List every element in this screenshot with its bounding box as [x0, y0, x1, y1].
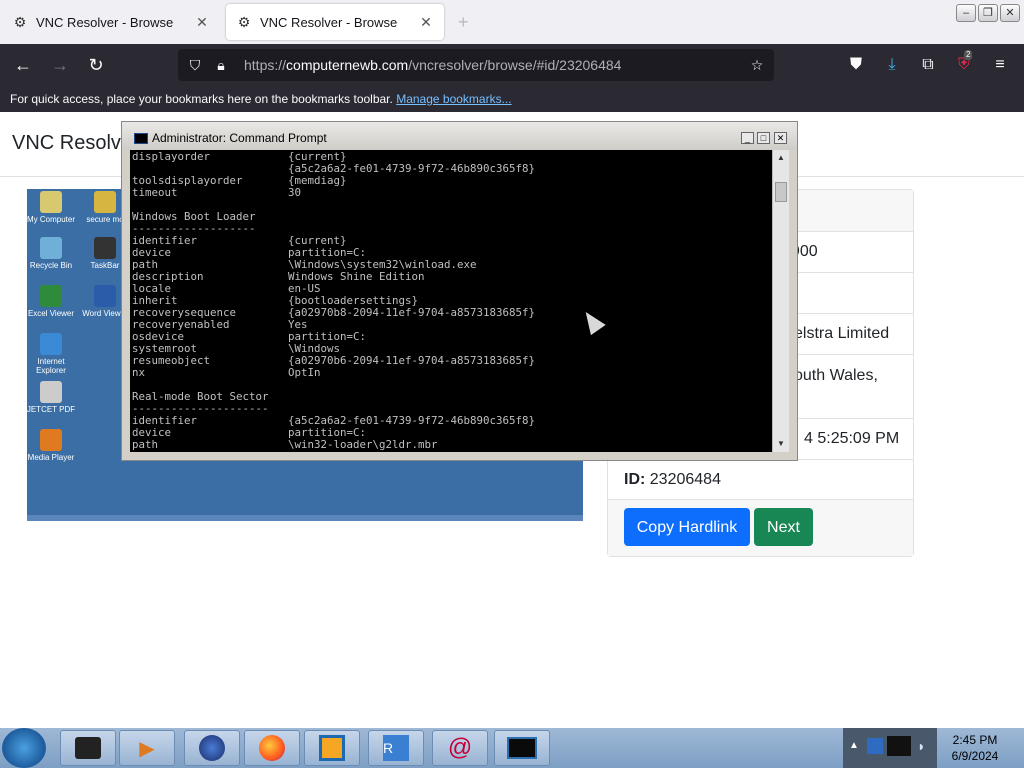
system-tray: ▲ ◗	[843, 728, 937, 768]
taskbar-globe-icon[interactable]	[184, 730, 240, 766]
close-tab-icon[interactable]: ✕	[418, 14, 434, 31]
cmd-close-icon[interactable]: ✕	[774, 132, 787, 144]
forward-arrow-icon[interactable]: →	[49, 54, 71, 76]
clock-date: 6/9/2024	[951, 749, 999, 763]
clock-time: 2:45 PM	[952, 733, 998, 747]
browser-tab-bar: ⚙ VNC Resolver - Browse ✕ ⚙ VNC Resolver…	[0, 0, 1024, 44]
desktop-icon-my-computer: My Computer	[23, 191, 79, 224]
restore-window-icon[interactable]: ❐	[978, 4, 998, 22]
id-row: ID: 23206484	[608, 460, 913, 500]
new-tab-icon[interactable]: +	[458, 12, 469, 33]
desktop-icon-media-player: Media Player	[23, 429, 79, 462]
card-footer: Copy Hardlink Next	[608, 500, 913, 556]
bookmarks-toolbar: For quick access, place your bookmarks h…	[0, 86, 1024, 112]
close-tab-icon[interactable]: ✕	[194, 14, 210, 31]
tray-display-icon[interactable]	[887, 736, 911, 756]
command-prompt-window: Administrator: Command Prompt _ □ ✕ disp…	[121, 121, 798, 461]
copy-hardlink-button[interactable]: Copy Hardlink	[624, 508, 750, 546]
page-title: VNC Resolve	[12, 132, 133, 154]
excel-icon	[40, 285, 62, 307]
cmd-title: Administrator: Command Prompt	[152, 131, 327, 145]
tab-label: VNC Resolver - Browse	[260, 14, 398, 30]
taskbar-debian-icon[interactable]: @	[432, 730, 488, 766]
taskbar-remote-desktop-icon[interactable]: R	[368, 730, 424, 766]
cmd-console[interactable]: displayorder {current} {a5c2a6a2-fe01-47…	[130, 150, 772, 452]
tab-label: VNC Resolver - Browse	[36, 14, 174, 30]
desktop-icon-recycle-bin: Recycle Bin	[23, 237, 79, 270]
id-value: 23206484	[649, 471, 721, 488]
address-bar[interactable]: ⛉ 🔒︎ https://computernewb.com/vncresolve…	[178, 49, 774, 81]
cmd-scrollbar[interactable]: ▲ ▼	[772, 150, 789, 452]
taskbar-virtualbox-icon[interactable]	[304, 730, 360, 766]
desktop-icon-jetcet-pdf: JETCET PDF	[23, 381, 79, 414]
cmd-output: displayorder {current} {a5c2a6a2-fe01-47…	[132, 150, 536, 451]
pocket-icon[interactable]: ⛊	[846, 56, 866, 74]
scroll-down-icon[interactable]: ▼	[773, 436, 789, 452]
extensions-icon[interactable]: ⧉	[918, 56, 938, 74]
taskbar-firefox-icon[interactable]	[244, 730, 300, 766]
scroll-thumb[interactable]	[775, 182, 787, 202]
windows-logo-icon	[94, 237, 116, 259]
extension-badge: 2	[964, 50, 973, 60]
scroll-up-icon[interactable]: ▲	[773, 150, 789, 166]
cmd-maximize-icon[interactable]: □	[757, 132, 770, 144]
next-button[interactable]: Next	[754, 508, 813, 546]
cmd-title-bar[interactable]: Administrator: Command Prompt _ □ ✕	[122, 122, 797, 150]
desktop-icon-excel-viewer: Excel Viewer	[23, 285, 79, 318]
browser-tab[interactable]: ⚙ VNC Resolver - Browse ✕	[2, 4, 220, 40]
tray-network-icon[interactable]	[867, 738, 883, 754]
start-button-windows-logo-icon[interactable]	[2, 728, 46, 768]
taskbar-terminal-box-icon[interactable]	[60, 730, 116, 766]
lock-icon[interactable]: 🔒︎	[212, 57, 230, 74]
lock-icon	[94, 191, 116, 213]
internet-explorer-icon	[40, 333, 62, 355]
browser-nav-bar: ← → ↻ ⛉ 🔒︎ https://computernewb.com/vncr…	[0, 44, 1024, 86]
remote-taskbar	[27, 515, 583, 521]
cmd-minimize-icon[interactable]: _	[741, 132, 754, 144]
taskbar-clock[interactable]: 2:45 PM 6/9/2024	[940, 732, 1010, 764]
printer-icon	[40, 381, 62, 403]
menu-hamburger-icon[interactable]: ≡	[990, 56, 1010, 74]
manage-bookmarks-link[interactable]: Manage bookmarks...	[396, 92, 511, 106]
recycle-bin-icon	[40, 237, 62, 259]
tray-expand-icon[interactable]: ▲	[849, 740, 859, 751]
ublock-extension-icon[interactable]: ⛨ 2	[954, 50, 974, 74]
back-arrow-icon[interactable]: ←	[12, 54, 34, 76]
tracking-protection-shield-icon[interactable]: ⛉	[186, 57, 204, 74]
id-label: ID:	[624, 471, 646, 488]
bookmarks-hint-text: For quick access, place your bookmarks h…	[10, 92, 393, 106]
bookmark-star-icon[interactable]: ☆	[748, 57, 766, 74]
computer-icon	[40, 191, 62, 213]
url-text: https://computernewb.com/vncresolver/bro…	[244, 57, 622, 73]
tray-volume-icon[interactable]: ◗	[917, 738, 925, 754]
taskbar-media-player-icon[interactable]: ▶	[119, 730, 175, 766]
download-icon[interactable]: ⤓	[882, 56, 902, 74]
media-player-icon	[40, 429, 62, 451]
desktop-icon-internet-explorer: Internet Explorer	[23, 333, 79, 375]
close-window-icon[interactable]: ✕	[1000, 4, 1020, 22]
site-favicon-icon: ⚙	[13, 14, 27, 30]
browser-tab-active[interactable]: ⚙ VNC Resolver - Browse ✕	[226, 4, 444, 40]
taskbar: ▶ R @ ▲ ◗ 2:45 PM 6/9/2024	[0, 728, 1024, 768]
minimize-window-icon[interactable]: –	[956, 4, 976, 22]
cmd-icon	[134, 133, 148, 144]
word-icon	[94, 285, 116, 307]
reload-icon[interactable]: ↻	[85, 54, 107, 76]
taskbar-display-icon[interactable]	[494, 730, 550, 766]
site-favicon-icon: ⚙	[237, 14, 251, 30]
